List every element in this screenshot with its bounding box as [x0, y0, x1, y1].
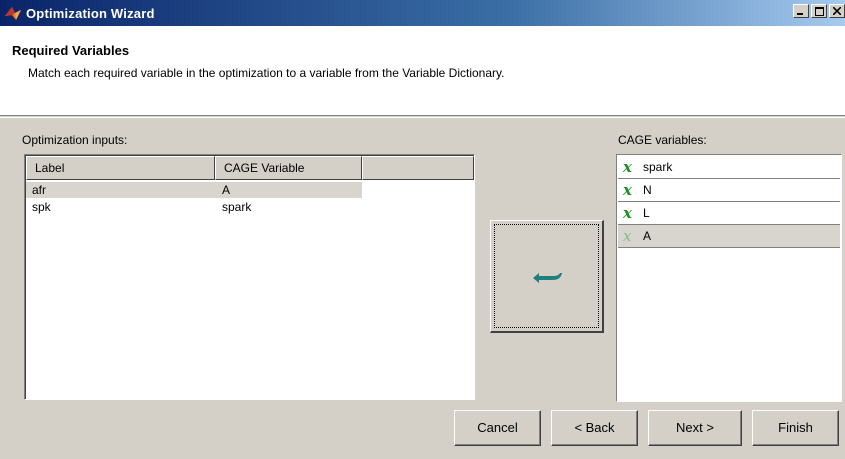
minimize-icon	[797, 13, 803, 15]
title-bar[interactable]: Optimization Wizard	[0, 0, 845, 26]
assign-arrow-icon	[533, 273, 562, 283]
close-button[interactable]	[829, 4, 845, 18]
finish-button[interactable]: Finish	[752, 410, 839, 446]
variable-x-icon: x	[623, 204, 632, 222]
matlab-logo-icon	[5, 7, 21, 20]
variable-x-icon: x	[623, 158, 632, 176]
list-item[interactable]: x A	[618, 225, 840, 248]
close-icon	[833, 7, 841, 15]
optimization-inputs-table[interactable]: Label CAGE Variable afr A spk spark	[24, 154, 475, 400]
minimize-button[interactable]	[793, 4, 809, 18]
variable-x-icon: x	[623, 181, 632, 199]
variable-name: A	[643, 229, 652, 243]
column-header-empty[interactable]	[362, 156, 474, 180]
variable-name: L	[643, 206, 650, 220]
cancel-button[interactable]: Cancel	[454, 410, 541, 446]
header-title: Required Variables	[12, 43, 130, 58]
table-row[interactable]: afr A	[26, 182, 362, 198]
column-header-cage-variable[interactable]: CAGE Variable	[215, 156, 362, 180]
optimization-inputs-label: Optimization inputs:	[22, 133, 128, 147]
wizard-header: Required Variables Match each required v…	[0, 26, 845, 116]
cage-variables-label: CAGE variables:	[618, 133, 707, 147]
window-title: Optimization Wizard	[26, 5, 155, 21]
variable-name: N	[643, 183, 652, 197]
maximize-button[interactable]	[811, 4, 827, 18]
header-divider	[0, 117, 845, 118]
back-button[interactable]: < Back	[551, 410, 638, 446]
variable-name: spark	[643, 160, 673, 174]
header-description: Match each required variable in the opti…	[28, 66, 505, 80]
cage-variables-list[interactable]: x spark x N x L x A	[616, 154, 842, 402]
table-row[interactable]: spk spark	[26, 199, 362, 215]
list-item[interactable]: x N	[618, 179, 840, 202]
row-cage-variable: spark	[222, 200, 252, 214]
list-item[interactable]: x spark	[618, 156, 840, 179]
row-label: spk	[32, 200, 51, 214]
variable-x-icon: x	[623, 227, 632, 245]
list-item[interactable]: x L	[618, 202, 840, 225]
row-cage-variable: A	[222, 183, 231, 197]
row-label: afr	[32, 183, 47, 197]
next-button[interactable]: Next >	[648, 410, 742, 446]
assign-variable-button[interactable]	[490, 220, 604, 333]
column-header-label[interactable]: Label	[26, 156, 215, 180]
maximize-icon	[814, 6, 824, 16]
